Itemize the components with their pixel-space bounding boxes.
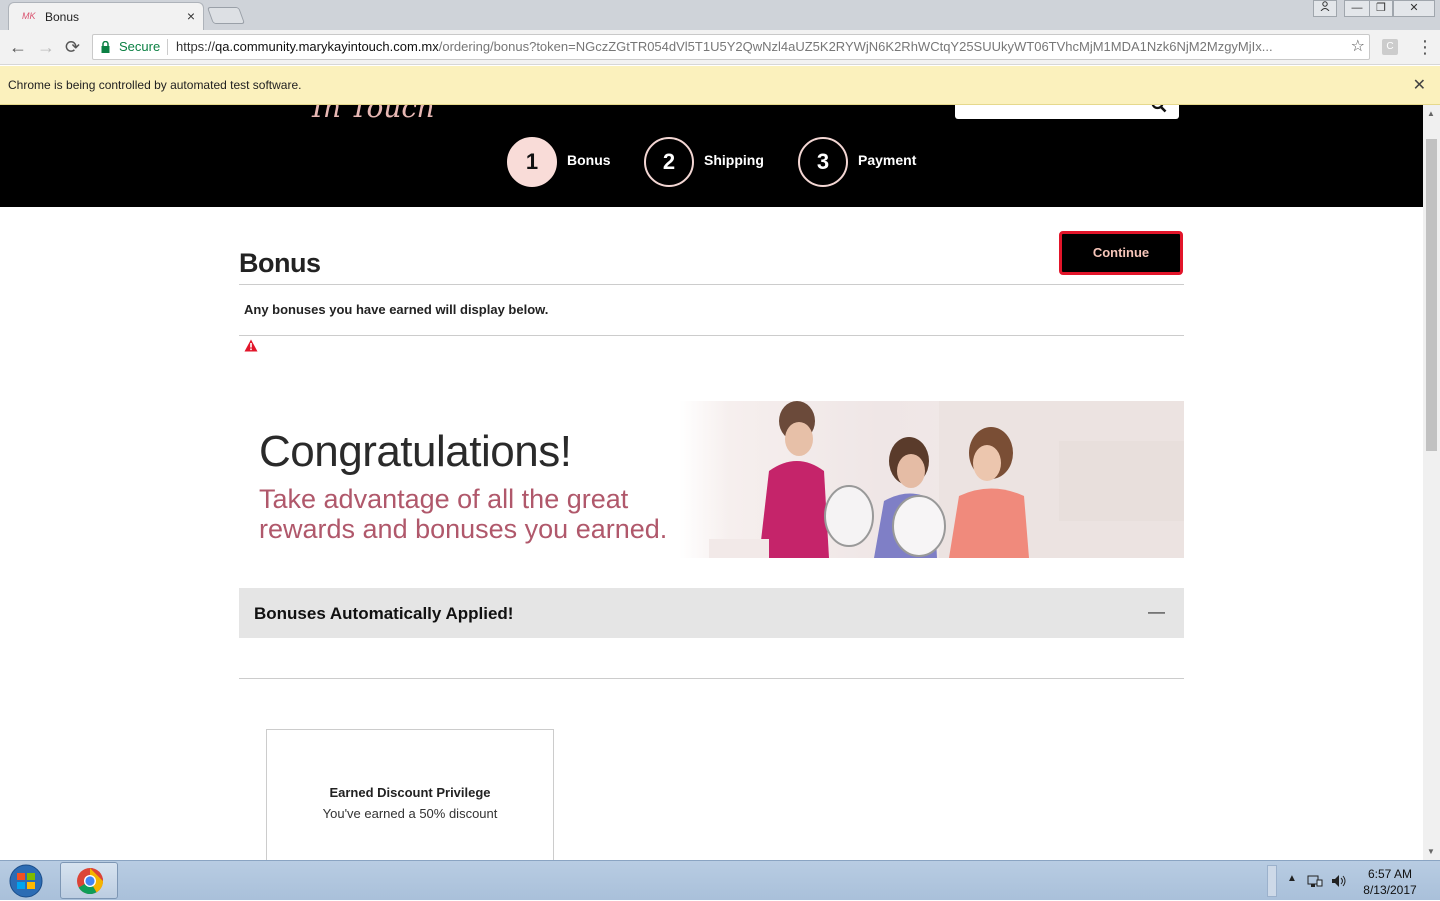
infobar-message: Chrome is being controlled by automated …	[8, 78, 302, 92]
forward-button[interactable]: →	[37, 37, 55, 58]
bonus-card-title: Earned Discount Privilege	[329, 785, 491, 800]
warning-icon	[244, 339, 258, 352]
windows-taskbar: ▲ 6:57 AM 8/13/2017	[0, 860, 1440, 900]
continue-button[interactable]: Continue	[1059, 231, 1183, 275]
banner-subtext: Take advantage of all the great rewards …	[259, 484, 667, 544]
step-circle-shipping[interactable]: 2	[644, 137, 694, 187]
tab-title: Bonus	[45, 10, 80, 24]
minimize-icon: —	[1351, 2, 1363, 14]
step-label-bonus[interactable]: Bonus	[567, 152, 611, 168]
step-label-shipping[interactable]: Shipping	[704, 152, 764, 168]
tab-bonus[interactable]: MK Bonus ×	[8, 2, 204, 30]
collapse-icon[interactable]: —	[1148, 602, 1165, 622]
scroll-up-icon[interactable]: ▲	[1427, 109, 1435, 118]
marykay-favicon-icon: MK	[22, 11, 36, 21]
minimize-button[interactable]: —	[1344, 0, 1370, 17]
restore-button[interactable]: ❐	[1369, 0, 1393, 17]
banner-headline: Congratulations!	[259, 427, 572, 476]
taskbar-chrome-button[interactable]	[60, 862, 118, 899]
url-host: qa.community.marykayintouch.com.mx	[215, 39, 439, 54]
women-with-mirrors-image	[709, 401, 1184, 558]
url-scheme: https://	[176, 39, 216, 54]
clock-date: 8/13/2017	[1363, 883, 1417, 897]
address-separator	[167, 39, 168, 55]
url-path: /ordering/bonus?token=NGczZGtTR054dVl5T1…	[438, 39, 1273, 54]
network-icon[interactable]	[1307, 874, 1323, 888]
site-search-input[interactable]	[955, 105, 1179, 119]
url-text[interactable]: https://qa.community.marykayintouch.com.…	[176, 35, 1336, 59]
tray-scroll[interactable]	[1267, 865, 1277, 897]
tab-close-icon[interactable]: ×	[187, 8, 195, 24]
user-icon	[1320, 1, 1330, 12]
chrome-logo-icon	[77, 868, 104, 895]
restore-icon: ❐	[1376, 2, 1386, 14]
secure-label: Secure	[119, 39, 161, 54]
lock-icon	[101, 41, 110, 53]
page-viewport: In Touch 1 Bonus 2 Shipping 3 Payment Bo…	[0, 105, 1423, 860]
step-circle-payment[interactable]: 3	[798, 137, 848, 187]
close-icon: ✕	[1409, 2, 1419, 14]
banner-subtext-line1: Take advantage of all the great	[259, 484, 629, 514]
bonus-description: Any bonuses you have earned will display…	[244, 302, 549, 317]
extension-icon[interactable]: C	[1382, 39, 1398, 55]
accordion-label: Bonuses Automatically Applied!	[254, 604, 514, 623]
tab-strip: MK Bonus × — ❐ ✕	[0, 0, 1440, 30]
divider	[239, 335, 1184, 336]
tray-expand-icon[interactable]: ▲	[1287, 873, 1297, 884]
consultants-photo	[679, 401, 1184, 558]
scroll-down-icon[interactable]: ▼	[1427, 847, 1435, 856]
browser-toolbar: ← → ⟳ Secure https://qa.community.maryka…	[0, 30, 1440, 65]
search-icon[interactable]	[1151, 105, 1167, 115]
close-window-button[interactable]: ✕	[1393, 0, 1435, 17]
congratulations-banner: Congratulations! Take advantage of all t…	[239, 401, 1184, 558]
system-clock[interactable]: 6:57 AM 8/13/2017	[1352, 866, 1428, 898]
reload-button[interactable]: ⟳	[65, 37, 80, 58]
volume-icon[interactable]	[1331, 874, 1347, 888]
banner-subtext-line2: rewards and bonuses you earned.	[259, 514, 668, 544]
address-bar[interactable]: Secure https://qa.community.marykayintou…	[92, 34, 1370, 60]
page-title: Bonus	[239, 248, 321, 278]
back-button[interactable]: ←	[9, 37, 27, 58]
intouch-logo[interactable]: In Touch	[312, 105, 435, 124]
clock-time: 6:57 AM	[1367, 867, 1413, 881]
windows-start-icon[interactable]	[3, 863, 49, 899]
divider	[239, 678, 1184, 679]
scrollbar-thumb[interactable]	[1426, 139, 1437, 451]
step-circle-bonus[interactable]: 1	[507, 137, 557, 187]
automation-infobar: Chrome is being controlled by automated …	[0, 66, 1440, 105]
step-label-payment[interactable]: Payment	[858, 152, 916, 168]
infobar-close-icon[interactable]: ✕	[1413, 75, 1426, 95]
bonus-card-subtitle: You've earned a 50% discount	[322, 806, 498, 821]
bonus-card: Earned Discount Privilege You've earned …	[266, 729, 554, 860]
new-tab-button[interactable]	[206, 7, 246, 24]
profile-button[interactable]	[1313, 0, 1337, 17]
bookmark-star-icon[interactable]: ☆	[1351, 35, 1365, 59]
page-scrollbar[interactable]: ▲ ▼	[1423, 105, 1440, 860]
chrome-menu-icon[interactable]: ⋮	[1416, 37, 1434, 58]
bonuses-accordion-header[interactable]: Bonuses Automatically Applied! —	[239, 588, 1184, 638]
site-header: In Touch 1 Bonus 2 Shipping 3 Payment	[0, 105, 1423, 207]
divider	[239, 284, 1184, 285]
